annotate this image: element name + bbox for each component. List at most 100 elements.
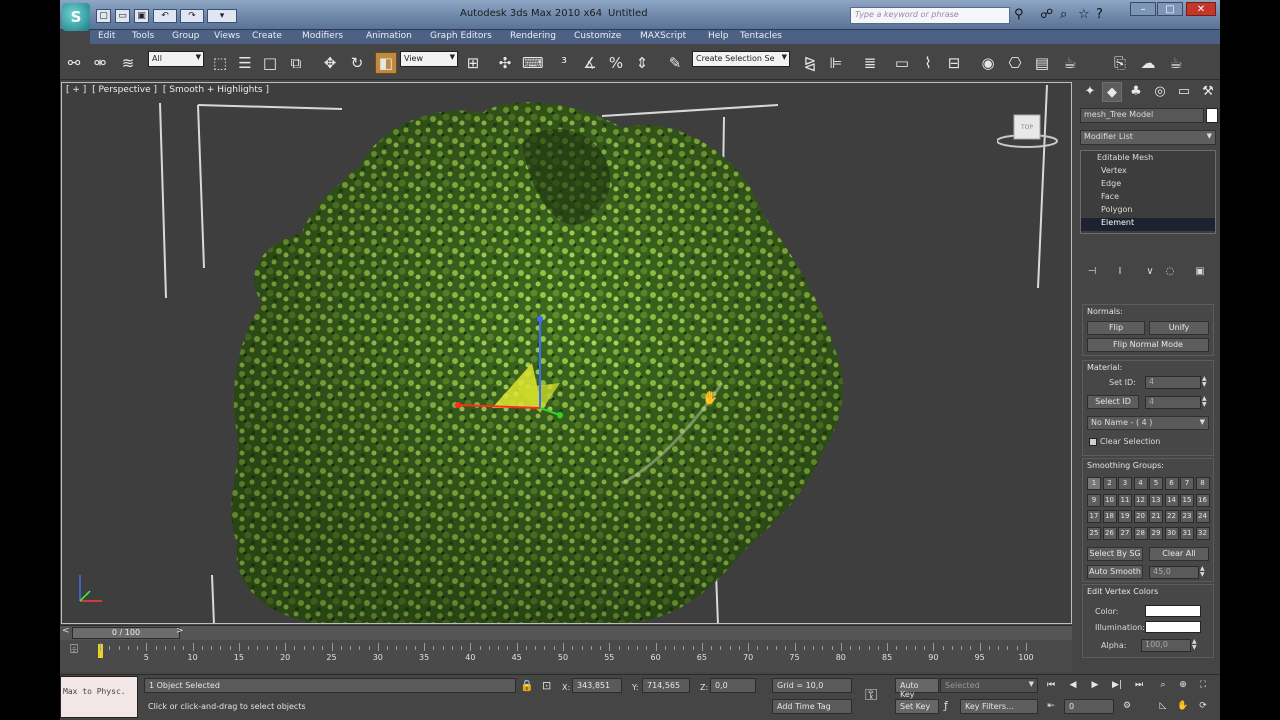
menu-animation[interactable]: Animation: [366, 31, 412, 41]
stack-item-polygon[interactable]: Polygon: [1081, 205, 1215, 218]
smoothing-group-button[interactable]: 6: [1164, 477, 1179, 490]
keyboard-shortcut-icon[interactable]: ⌨: [522, 53, 544, 73]
utilities-tab-icon[interactable]: ⚒: [1198, 82, 1218, 102]
edit-named-selection-icon[interactable]: ✎: [665, 53, 685, 73]
smoothing-group-button[interactable]: 4: [1133, 477, 1148, 490]
spinner-snap-icon[interactable]: ⇕: [632, 53, 652, 73]
app-logo-icon[interactable]: S: [62, 3, 90, 31]
undo-icon[interactable]: ↶: [153, 9, 177, 23]
spinner-arrows-icon[interactable]: ▲ ▼: [1202, 396, 1210, 409]
smoothing-group-button[interactable]: 19: [1118, 510, 1132, 523]
smoothing-group-button[interactable]: 17: [1087, 510, 1101, 523]
key-mode-toggle-icon[interactable]: ⇤: [1042, 699, 1060, 713]
zoom-all-icon[interactable]: ⊕: [1174, 678, 1192, 692]
spinner-arrows-icon[interactable]: ▲ ▼: [1202, 376, 1210, 389]
smoothing-group-button[interactable]: 16: [1195, 493, 1210, 507]
select-move-icon[interactable]: ✥: [320, 53, 340, 73]
motion-tab-icon[interactable]: ◎: [1150, 82, 1170, 102]
layer-manager-icon[interactable]: ≣: [860, 53, 880, 73]
redo-icon[interactable]: ↷: [180, 9, 204, 23]
bind-spacewarp-icon[interactable]: ≋: [118, 53, 138, 73]
smoothing-group-button[interactable]: 15: [1180, 493, 1194, 507]
comm-center-icon[interactable]: ⌕: [1060, 7, 1067, 22]
close-button[interactable]: ✕: [1186, 2, 1216, 16]
new-file-icon[interactable]: ▢: [96, 9, 111, 23]
menu-views[interactable]: Views: [214, 31, 240, 41]
stack-item-face[interactable]: Face: [1081, 192, 1215, 205]
manipulate-icon[interactable]: ✣: [495, 53, 515, 73]
time-slider[interactable]: < 0 / 100 >: [60, 625, 1072, 640]
select-by-sg-button[interactable]: Select By SG: [1087, 547, 1143, 561]
spinner-arrows-icon[interactable]: ▲ ▼: [1192, 639, 1200, 652]
next-key-icon[interactable]: ▶|: [1108, 678, 1126, 692]
link-icon[interactable]: ⚯: [64, 53, 84, 73]
smoothing-group-button[interactable]: 13: [1149, 493, 1163, 507]
select-id-spinner[interactable]: 4 ▲ ▼: [1145, 396, 1207, 409]
smoothing-group-button[interactable]: 2: [1102, 477, 1117, 490]
named-selection-dropdown[interactable]: Create Selection Se ▼: [692, 51, 790, 67]
smoothing-group-button[interactable]: 20: [1133, 510, 1148, 523]
create-tab-icon[interactable]: ✦: [1080, 82, 1100, 102]
smoothing-group-button[interactable]: 27: [1118, 526, 1132, 540]
stack-item-edge[interactable]: Edge: [1081, 179, 1215, 192]
save-file-icon[interactable]: ▣: [134, 9, 149, 23]
smoothing-group-button[interactable]: 9: [1087, 493, 1101, 507]
add-time-tag-button[interactable]: Add Time Tag: [772, 699, 852, 714]
tree-model[interactable]: [62, 83, 1072, 624]
material-editor-icon[interactable]: ◉: [978, 53, 998, 73]
help-icon[interactable]: ?: [1096, 7, 1103, 22]
lock-selection-icon[interactable]: 🔒: [520, 679, 534, 692]
object-name-field[interactable]: mesh_Tree Model: [1080, 108, 1204, 123]
percent-snap-icon[interactable]: %: [606, 53, 626, 73]
flip-button[interactable]: Flip: [1087, 321, 1145, 335]
select-by-name-icon[interactable]: ☰: [235, 53, 255, 73]
spinner-arrows-icon[interactable]: ▲ ▼: [1200, 566, 1208, 579]
teapot-icon[interactable]: ☕: [1166, 53, 1186, 73]
set-id-spinner[interactable]: 4 ▲ ▼: [1145, 376, 1207, 389]
time-slider-handle[interactable]: 0 / 100: [72, 627, 180, 639]
angle-snap-icon[interactable]: ∡: [580, 53, 600, 73]
absolute-mode-icon[interactable]: ⊡: [542, 679, 551, 692]
play-icon[interactable]: ▶: [1086, 678, 1104, 692]
minimize-button[interactable]: –: [1130, 2, 1156, 16]
time-config-icon[interactable]: ⚙: [1118, 699, 1136, 713]
selection-filter-dropdown[interactable]: All ▼: [148, 51, 204, 67]
auto-key-button[interactable]: Auto Key: [895, 678, 939, 699]
unlink-icon[interactable]: ⚮: [90, 53, 110, 73]
auto-smooth-button[interactable]: Auto Smooth: [1087, 565, 1143, 579]
pin-stack-icon[interactable]: ⊣: [1084, 266, 1100, 282]
mirror-icon[interactable]: ⧎: [800, 53, 820, 73]
zoom-extents-icon[interactable]: ⛶: [1194, 678, 1212, 692]
smoothing-group-button[interactable]: 24: [1195, 510, 1210, 523]
smoothing-group-button[interactable]: 25: [1087, 526, 1101, 540]
x-coordinate-field[interactable]: 343,851: [572, 678, 622, 693]
viewcube[interactable]: TOP: [997, 113, 1061, 153]
smoothing-group-button[interactable]: 32: [1195, 526, 1210, 540]
window-crossing-icon[interactable]: ⧉: [286, 53, 306, 73]
render-production-icon[interactable]: ☕: [1060, 53, 1080, 73]
set-key-button[interactable]: Set Key: [895, 699, 939, 714]
menu-tools[interactable]: Tools: [132, 31, 154, 41]
select-scale-icon[interactable]: ◧: [375, 52, 397, 74]
auto-smooth-threshold-spinner[interactable]: 45,0 ▲ ▼: [1149, 566, 1205, 579]
track-bar[interactable]: ⌹ 5 10 15 20 25 30 35 40 45 50 55 60 65 70 75 80 85 90 95 1…: [60, 640, 1072, 672]
clear-selection-checkbox[interactable]: Clear Selection: [1089, 437, 1160, 446]
search-input[interactable]: Type a keyword or phrase: [850, 7, 1010, 24]
rendered-frame-icon[interactable]: ▤: [1032, 53, 1052, 73]
smoothing-group-button[interactable]: 7: [1180, 477, 1194, 490]
goto-end-icon[interactable]: ⏭: [1130, 678, 1148, 692]
menu-create[interactable]: Create: [252, 31, 282, 41]
hierarchy-tab-icon[interactable]: ♣: [1126, 82, 1146, 102]
stack-item-editable-mesh[interactable]: Editable Mesh: [1081, 153, 1215, 166]
orbit-icon[interactable]: ⟳: [1194, 699, 1212, 713]
show-end-result-icon[interactable]: Ⅰ: [1112, 266, 1128, 282]
menu-customize[interactable]: Customize: [574, 31, 621, 41]
menu-tentacles[interactable]: Tentacles: [740, 31, 782, 41]
remove-modifier-icon[interactable]: ◌: [1162, 266, 1178, 282]
subscription-icon[interactable]: ☍: [1040, 7, 1053, 22]
flip-normal-mode-button[interactable]: Flip Normal Mode: [1087, 338, 1209, 352]
snaps-toggle-icon[interactable]: ³: [554, 53, 574, 73]
mini-curve-editor-icon[interactable]: ⌹: [62, 642, 86, 662]
smoothing-group-button[interactable]: 3: [1118, 477, 1132, 490]
menu-rendering[interactable]: Rendering: [510, 31, 556, 41]
